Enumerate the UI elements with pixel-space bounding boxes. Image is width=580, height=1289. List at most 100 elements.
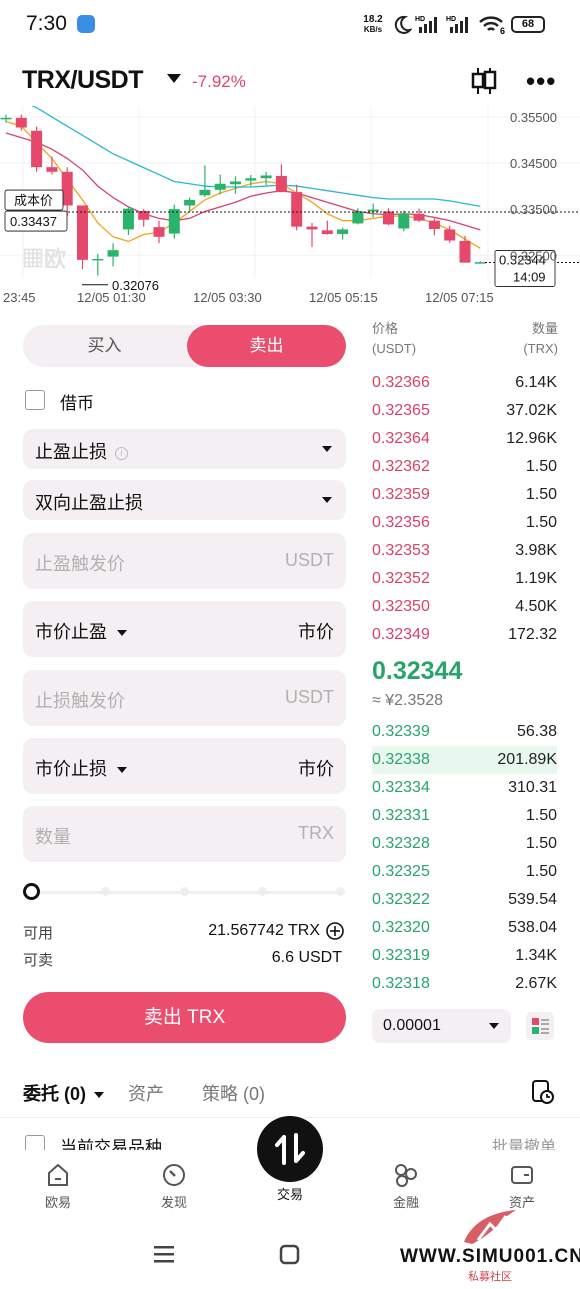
more-icon[interactable]: ••• [526, 66, 556, 97]
price-header: 价格 (USDT) [372, 321, 417, 356]
sl-trigger-input[interactable]: 止损触发价 USDT [23, 670, 346, 726]
ask-qty: 6.14K [515, 374, 557, 391]
bid-row[interactable]: 0.32338 201.89K [372, 746, 557, 774]
tab-orders[interactable]: 委托 (0) [23, 1080, 104, 1106]
nav-trade[interactable]: 交易 [260, 1184, 320, 1203]
ask-qty: 172.32 [508, 626, 557, 643]
sl-trigger-placeholder: 止损触发价 [35, 691, 125, 711]
ask-row[interactable]: 0.32366 6.14K [372, 369, 557, 397]
tp-trigger-input[interactable]: 止盈触发价 USDT [23, 533, 346, 589]
pair-header: TRX/USDT -7.92% ••• [0, 56, 580, 106]
sell-tab[interactable]: 卖出 [187, 325, 346, 367]
chevron-down-icon [94, 1092, 104, 1099]
borrow-checkbox[interactable] [25, 390, 45, 410]
bid-qty: 56.38 [516, 723, 557, 740]
svg-text:HD: HD [446, 16, 456, 23]
candle-body [92, 258, 104, 261]
watermark-sub: 私募社区 [468, 1271, 512, 1283]
moon-icon [394, 15, 412, 34]
candle-body [107, 250, 119, 257]
amount-slider[interactable] [23, 882, 346, 902]
bid-qty: 1.34K [515, 947, 557, 964]
bid-row[interactable]: 0.32318 2.67K [372, 970, 557, 998]
amount-input[interactable]: 数量 TRX [23, 806, 346, 862]
candlestick-icon[interactable] [470, 66, 498, 96]
bid-qty: 538.04 [508, 919, 557, 936]
ask-row[interactable]: 0.32364 12.96K [372, 425, 557, 453]
cost-price: 0.33437 [10, 214, 57, 229]
buy-tab[interactable]: 买入 [23, 325, 186, 367]
amount-unit: TRX [298, 823, 334, 843]
order-type-select[interactable]: 止盈止损 i [23, 429, 346, 469]
nav-discover[interactable]: 发现 [144, 1162, 204, 1211]
side-toggle: 买入 卖出 [23, 325, 346, 367]
tab-strategy[interactable]: 策略 (0) [202, 1080, 265, 1106]
menu-icon[interactable] [152, 1244, 176, 1264]
bid-row[interactable]: 0.32331 1.50 [372, 802, 557, 830]
ask-row[interactable]: 0.32359 1.50 [372, 481, 557, 509]
bid-price: 0.32320 [372, 919, 430, 936]
tpsl-mode-select[interactable]: 双向止盈止损 [23, 480, 346, 520]
trade-fab-button[interactable] [257, 1116, 323, 1182]
bid-price: 0.32331 [372, 807, 430, 824]
pair-selector[interactable]: TRX/USDT [22, 66, 144, 95]
ask-row[interactable]: 0.32349 172.32 [372, 621, 557, 649]
price-chart[interactable]: ▦欧 成本价 0.33437 0.32076 0.32344 14:09 0.35500 0.… [0, 93, 580, 312]
candle-body [153, 227, 165, 237]
home-button-icon[interactable] [278, 1243, 302, 1267]
slider-stop-25[interactable] [101, 887, 110, 896]
svg-text:HD: HD [415, 16, 425, 23]
ask-row[interactable]: 0.32356 1.50 [372, 509, 557, 537]
bid-row[interactable]: 0.32319 1.34K [372, 942, 557, 970]
bid-price: 0.32325 [372, 863, 430, 880]
sl-type-value: 市价止损 [35, 759, 107, 779]
sl-type-select[interactable]: 市价止损 市价 [23, 738, 346, 794]
bid-row[interactable]: 0.32322 539.54 [372, 886, 557, 914]
ask-row[interactable]: 0.32365 37.02K [372, 397, 557, 425]
battery-icon: 68 [511, 16, 545, 33]
ask-qty: 4.50K [515, 598, 557, 615]
slider-knob[interactable] [23, 883, 40, 900]
bid-row[interactable]: 0.32320 538.04 [372, 914, 557, 942]
info-icon[interactable]: i [115, 446, 128, 460]
slider-stop-75[interactable] [258, 887, 267, 896]
ask-price: 0.32353 [372, 542, 430, 559]
ask-row[interactable]: 0.32362 1.50 [372, 453, 557, 481]
bid-row[interactable]: 0.32325 1.50 [372, 858, 557, 886]
nav-finance[interactable]: 金融 [376, 1162, 436, 1211]
slider-stop-100[interactable] [336, 887, 345, 896]
bid-row[interactable]: 0.32339 56.38 [372, 718, 557, 746]
book-layout-icon[interactable] [526, 1012, 554, 1040]
sell-submit-button[interactable]: 卖出 TRX [23, 992, 346, 1043]
nav-home[interactable]: 欧易 [28, 1162, 88, 1211]
tpsl-mode-value: 双向止盈止损 [35, 493, 143, 513]
bid-price: 0.32338 [372, 751, 430, 768]
candlestick-chart[interactable]: ▦欧成本价0.334370.320760.3234414:090.355000.… [0, 93, 580, 312]
ask-price: 0.32362 [372, 458, 430, 475]
tp-type-select[interactable]: 市价止盈 市价 [23, 601, 346, 657]
candle-body [184, 199, 196, 206]
add-circle-icon[interactable] [325, 921, 345, 941]
bid-row[interactable]: 0.32334 310.31 [372, 774, 557, 802]
ask-row[interactable]: 0.32353 3.98K [372, 537, 557, 565]
borrow-label: 借币 [60, 394, 94, 413]
ask-row[interactable]: 0.32350 4.50K [372, 593, 557, 621]
slider-stop-50[interactable] [180, 887, 189, 896]
x-tick: 23:45 [3, 290, 36, 305]
order-history-icon[interactable] [530, 1078, 556, 1106]
order-type-value: 止盈止损 [35, 442, 107, 462]
bid-row[interactable]: 0.32328 1.50 [372, 830, 557, 858]
ask-row[interactable]: 0.32352 1.19K [372, 565, 557, 593]
depth-step-select[interactable]: 0.00001 [372, 1009, 511, 1043]
ask-price: 0.32352 [372, 570, 430, 587]
candle-body [367, 209, 379, 212]
ask-price: 0.32365 [372, 402, 430, 419]
watermark-site: WWW.SIMU001.CN [400, 1246, 580, 1267]
watermark-logo-icon [464, 1210, 516, 1244]
pair-dropdown-icon[interactable] [167, 74, 181, 83]
ask-qty: 3.98K [515, 542, 557, 559]
candle-body [275, 175, 287, 193]
candle-body [444, 229, 456, 241]
tab-assets[interactable]: 资产 [128, 1080, 164, 1106]
candle-body [352, 211, 364, 224]
